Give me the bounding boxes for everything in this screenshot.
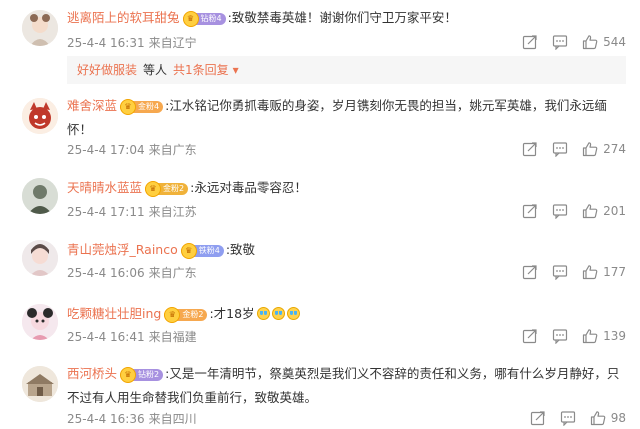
reply-username[interactable]: 好好做服装 (77, 63, 137, 77)
comment-location: 来自江苏 (148, 205, 197, 219)
fan-badge[interactable]: ♛ 钻粉2 (120, 367, 164, 383)
avatar[interactable] (22, 178, 58, 214)
like-count: 544 (603, 35, 626, 49)
fan-badge-icon: ♛ (164, 307, 181, 323)
like-count: 177 (603, 265, 626, 279)
avatar[interactable] (22, 98, 58, 134)
comment-icon (552, 265, 568, 280)
share-icon (522, 35, 537, 50)
like-icon (582, 204, 598, 219)
fan-badge-icon: ♛ (180, 243, 197, 259)
like-icon (582, 329, 598, 344)
comment-icon (560, 411, 575, 426)
like-button[interactable]: 177 (582, 264, 626, 280)
username[interactable]: 西河桥头 (67, 366, 117, 381)
comment-feed: 逃离陌上的软耳甜兔 ♛ 钻粉4:致敬禁毒英雄！谢谢你们守卫万家平安！ 25-4-4 … (0, 0, 640, 429)
like-button[interactable]: 139 (582, 328, 626, 344)
like-count: 98 (610, 411, 626, 425)
comment-button[interactable] (560, 410, 576, 426)
share-icon (522, 142, 537, 157)
fan-badge[interactable]: ♛ 钻粉4 (182, 11, 226, 27)
share-button[interactable] (522, 264, 538, 280)
comment-date: 25-4-4 16:31 (67, 36, 145, 50)
share-icon (522, 204, 537, 219)
fan-badge-icon: ♛ (182, 11, 199, 27)
username[interactable]: 难舍深蓝 (67, 98, 117, 113)
avatar[interactable] (22, 10, 58, 46)
comment-location: 来自四川 (148, 412, 197, 426)
comment-location: 来自广东 (148, 266, 197, 280)
like-count: 201 (603, 204, 626, 218)
reply-middle-text: 等人 (143, 63, 168, 77)
comment-icon (552, 329, 568, 344)
comment-date: 25-4-4 17:04 (67, 143, 145, 157)
fan-badge-icon: ♛ (120, 99, 137, 115)
like-icon (590, 411, 606, 426)
like-icon (582, 142, 598, 157)
comment-date: 25-4-4 17:11 (67, 205, 145, 219)
avatar[interactable] (22, 304, 58, 340)
username[interactable]: 吃颗糖壮壮胆ing (67, 306, 161, 321)
like-icon (582, 35, 598, 50)
comment-icon (552, 142, 568, 157)
comment-text: :才18岁 (209, 306, 255, 321)
comment-date: 25-4-4 16:06 (67, 266, 145, 280)
comment-text: :致敬 (225, 242, 256, 257)
fan-badge[interactable]: ♛ 铁粉4 (180, 243, 224, 259)
comment-location: 来自辽宁 (148, 36, 197, 50)
comment-text: :永远对毒品零容忍！ (190, 180, 307, 195)
comment-icon (552, 35, 568, 50)
fan-badge-icon: ♛ (120, 367, 137, 383)
fan-badge-icon: ♛ (145, 181, 162, 197)
fan-badge[interactable]: ♛ 金粉2 (145, 181, 189, 197)
avatar[interactable] (22, 240, 58, 276)
share-button[interactable] (522, 34, 538, 50)
comment-icon (552, 204, 568, 219)
crying-emoji-icon (286, 307, 300, 320)
like-button[interactable]: 98 (590, 410, 626, 426)
share-icon (522, 265, 537, 280)
share-button[interactable] (530, 410, 546, 426)
comment-button[interactable] (552, 264, 568, 280)
comment-text: :致敬禁毒英雄！谢谢你们守卫万家平安！ (227, 10, 457, 25)
like-button[interactable]: 201 (582, 203, 626, 219)
username[interactable]: 青山莞烛浮_Rainco (67, 242, 178, 257)
fan-badge[interactable]: ♛ 金粉2 (164, 307, 208, 323)
reply-summary[interactable]: 好好做服装 等人 共1条回复 ▾ (67, 56, 626, 84)
crying-emoji-icon (256, 307, 270, 320)
share-button[interactable] (522, 141, 538, 157)
like-button[interactable]: 274 (582, 141, 626, 157)
comment-button[interactable] (552, 34, 568, 50)
comment-button[interactable] (552, 328, 568, 344)
like-count: 274 (603, 142, 626, 156)
like-icon (582, 265, 598, 280)
comment-location: 来自福建 (148, 330, 197, 344)
crying-emoji-icon (271, 307, 285, 320)
username[interactable]: 天晴晴水蓝蓝 (67, 180, 142, 195)
comment-date: 25-4-4 16:41 (67, 330, 145, 344)
share-icon (522, 329, 537, 344)
comment-button[interactable] (552, 141, 568, 157)
avatar[interactable] (22, 366, 58, 402)
comment-date: 25-4-4 16:36 (67, 412, 145, 426)
comment-button[interactable] (552, 203, 568, 219)
view-replies-link[interactable]: 共1条回复 (173, 63, 229, 77)
share-button[interactable] (522, 328, 538, 344)
like-button[interactable]: 544 (582, 34, 626, 50)
share-button[interactable] (522, 203, 538, 219)
share-icon (530, 411, 545, 426)
chevron-down-icon[interactable]: ▾ (233, 63, 239, 77)
like-count: 139 (603, 329, 626, 343)
username[interactable]: 逃离陌上的软耳甜兔 (67, 10, 180, 25)
comment-location: 来自广东 (148, 143, 197, 157)
fan-badge[interactable]: ♛ 金粉4 (120, 99, 164, 115)
